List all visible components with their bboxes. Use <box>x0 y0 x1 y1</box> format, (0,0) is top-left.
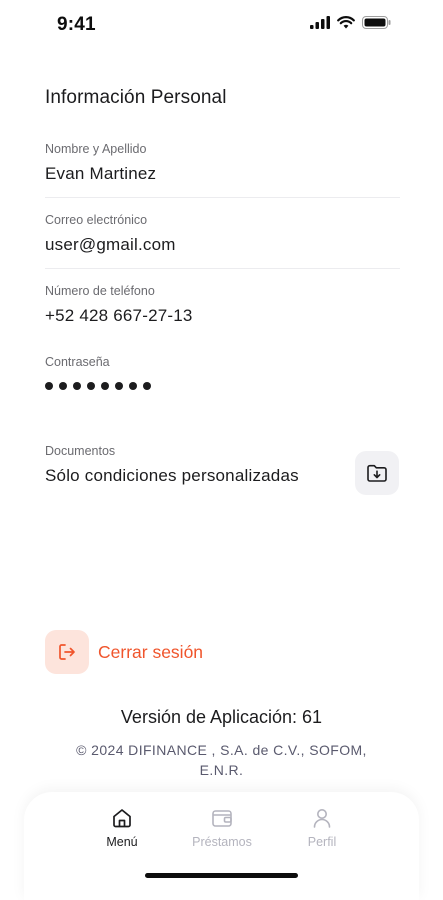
tab-menu-label: Menú <box>106 835 138 849</box>
name-field: Nombre y Apellido Evan Martinez <box>45 142 400 184</box>
password-dot <box>87 382 95 390</box>
logout-icon-container <box>45 630 89 674</box>
tab-loans[interactable]: Préstamos <box>177 806 267 849</box>
status-time: 9:41 <box>57 14 96 35</box>
logout-icon <box>59 644 75 660</box>
logout-button[interactable]: Cerrar sesión <box>45 630 203 674</box>
password-dot <box>59 382 67 390</box>
password-label: Contraseña <box>45 355 110 369</box>
documents-value: Sólo condiciones personalizadas <box>45 466 299 485</box>
name-label: Nombre y Apellido <box>45 142 147 156</box>
password-dot <box>115 382 123 390</box>
password-dot <box>129 382 137 390</box>
phone-label: Número de teléfono <box>45 284 155 298</box>
password-masked-value <box>45 382 400 390</box>
home-indicator <box>145 873 298 878</box>
password-dot <box>143 382 151 390</box>
tab-profile-label: Perfil <box>307 835 337 849</box>
battery-icon <box>362 16 391 29</box>
page-title: Información Personal <box>45 87 227 108</box>
email-label: Correo electrónico <box>45 213 148 227</box>
phone-field: Número de teléfono +52 428 667-27-13 <box>45 284 400 326</box>
cellular-signal-icon <box>310 16 330 29</box>
password-field: Contraseña <box>45 355 400 390</box>
logout-label: Cerrar sesión <box>98 641 204 662</box>
documents-field: Documentos Sólo condiciones personalizad… <box>45 444 345 486</box>
folder-download-icon <box>367 464 387 482</box>
copyright: © 2024 DIFINANCE , S.A. de C.V., SOFOM, … <box>76 742 367 778</box>
password-dot <box>73 382 81 390</box>
home-icon <box>113 809 131 828</box>
download-documents-button[interactable] <box>355 451 399 495</box>
documents-label: Documentos <box>45 444 116 458</box>
phone-value: +52 428 667-27-13 <box>45 306 193 325</box>
divider <box>45 268 400 269</box>
password-dot <box>101 382 109 390</box>
status-bar: 9:41 <box>0 0 443 52</box>
wifi-icon <box>337 16 355 29</box>
email-value: user@gmail.com <box>45 235 176 254</box>
tab-menu[interactable]: Menú <box>77 806 167 849</box>
divider <box>45 197 400 198</box>
email-field: Correo electrónico user@gmail.com <box>45 213 400 255</box>
app-version: Versión de Aplicación: 61 <box>120 707 323 727</box>
status-icons <box>310 16 391 29</box>
password-dot <box>45 382 53 390</box>
name-value: Evan Martinez <box>45 164 157 183</box>
tab-loans-label: Préstamos <box>192 835 252 849</box>
tab-bar: Menú Préstamos Perfil <box>24 792 419 900</box>
wallet-icon <box>212 810 232 827</box>
user-icon <box>313 809 331 828</box>
tab-profile[interactable]: Perfil <box>277 806 367 849</box>
